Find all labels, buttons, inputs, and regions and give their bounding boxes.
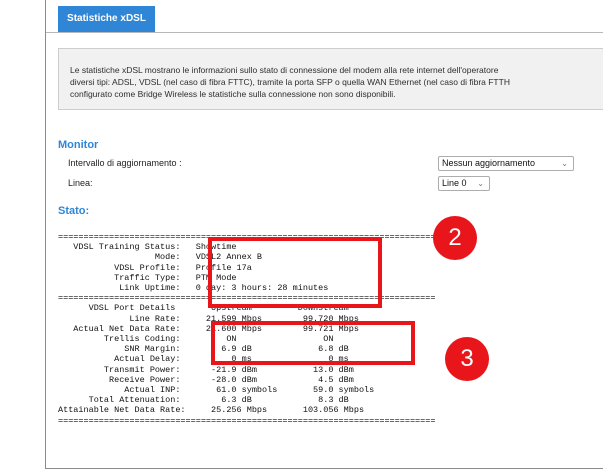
callout-badge: 3: [445, 337, 489, 381]
monitor-title: Monitor: [58, 139, 99, 151]
line-select[interactable]: Line 0 ⌄: [438, 176, 490, 191]
interval-label: Intervallo di aggiornamento :: [68, 158, 182, 168]
chevron-down-icon: ⌄: [561, 159, 568, 168]
callout-badge: 2: [433, 216, 477, 260]
console-line: Total Attenuation: 6.3 dB 8.3 dB: [58, 395, 349, 406]
console-line: Transmit Power: -21.9 dBm 13.0 dBm: [58, 364, 354, 375]
interval-select-value: Nessun aggiornamento: [442, 158, 536, 168]
info-line: Le statistiche xDSL mostrano le informaz…: [70, 65, 499, 75]
line-select-value: Line 0: [442, 178, 467, 188]
console-line: ========================================…: [58, 415, 436, 426]
callout-box-training-status: [208, 237, 382, 308]
tab-xdsl-stats[interactable]: Statistiche xDSL: [58, 6, 155, 32]
info-box: Le statistiche xDSL mostrano le informaz…: [58, 48, 603, 110]
console-line: Receive Power: -28.0 dBm 4.5 dBm: [58, 374, 354, 385]
chevron-down-icon: ⌄: [477, 179, 484, 188]
console-line: Attainable Net Data Rate: 25.256 Mbps 10…: [58, 405, 365, 416]
info-line: configurato come Bridge Wireless le stat…: [70, 89, 396, 99]
callout-box-line-rate: [211, 321, 415, 365]
console-line: Actual INP: 61.0 symbols 59.0 symbols: [58, 385, 375, 396]
xdsl-stats-panel: Statistiche xDSL Le statistiche xDSL mos…: [45, 0, 603, 469]
status-title: Stato:: [58, 205, 90, 217]
tab-strip: Statistiche xDSL: [46, 6, 603, 33]
interval-select[interactable]: Nessun aggiornamento ⌄: [438, 156, 574, 171]
line-label: Linea:: [68, 178, 93, 188]
info-line: diversi tipi: ADSL, VDSL (nel caso di fi…: [70, 77, 510, 87]
